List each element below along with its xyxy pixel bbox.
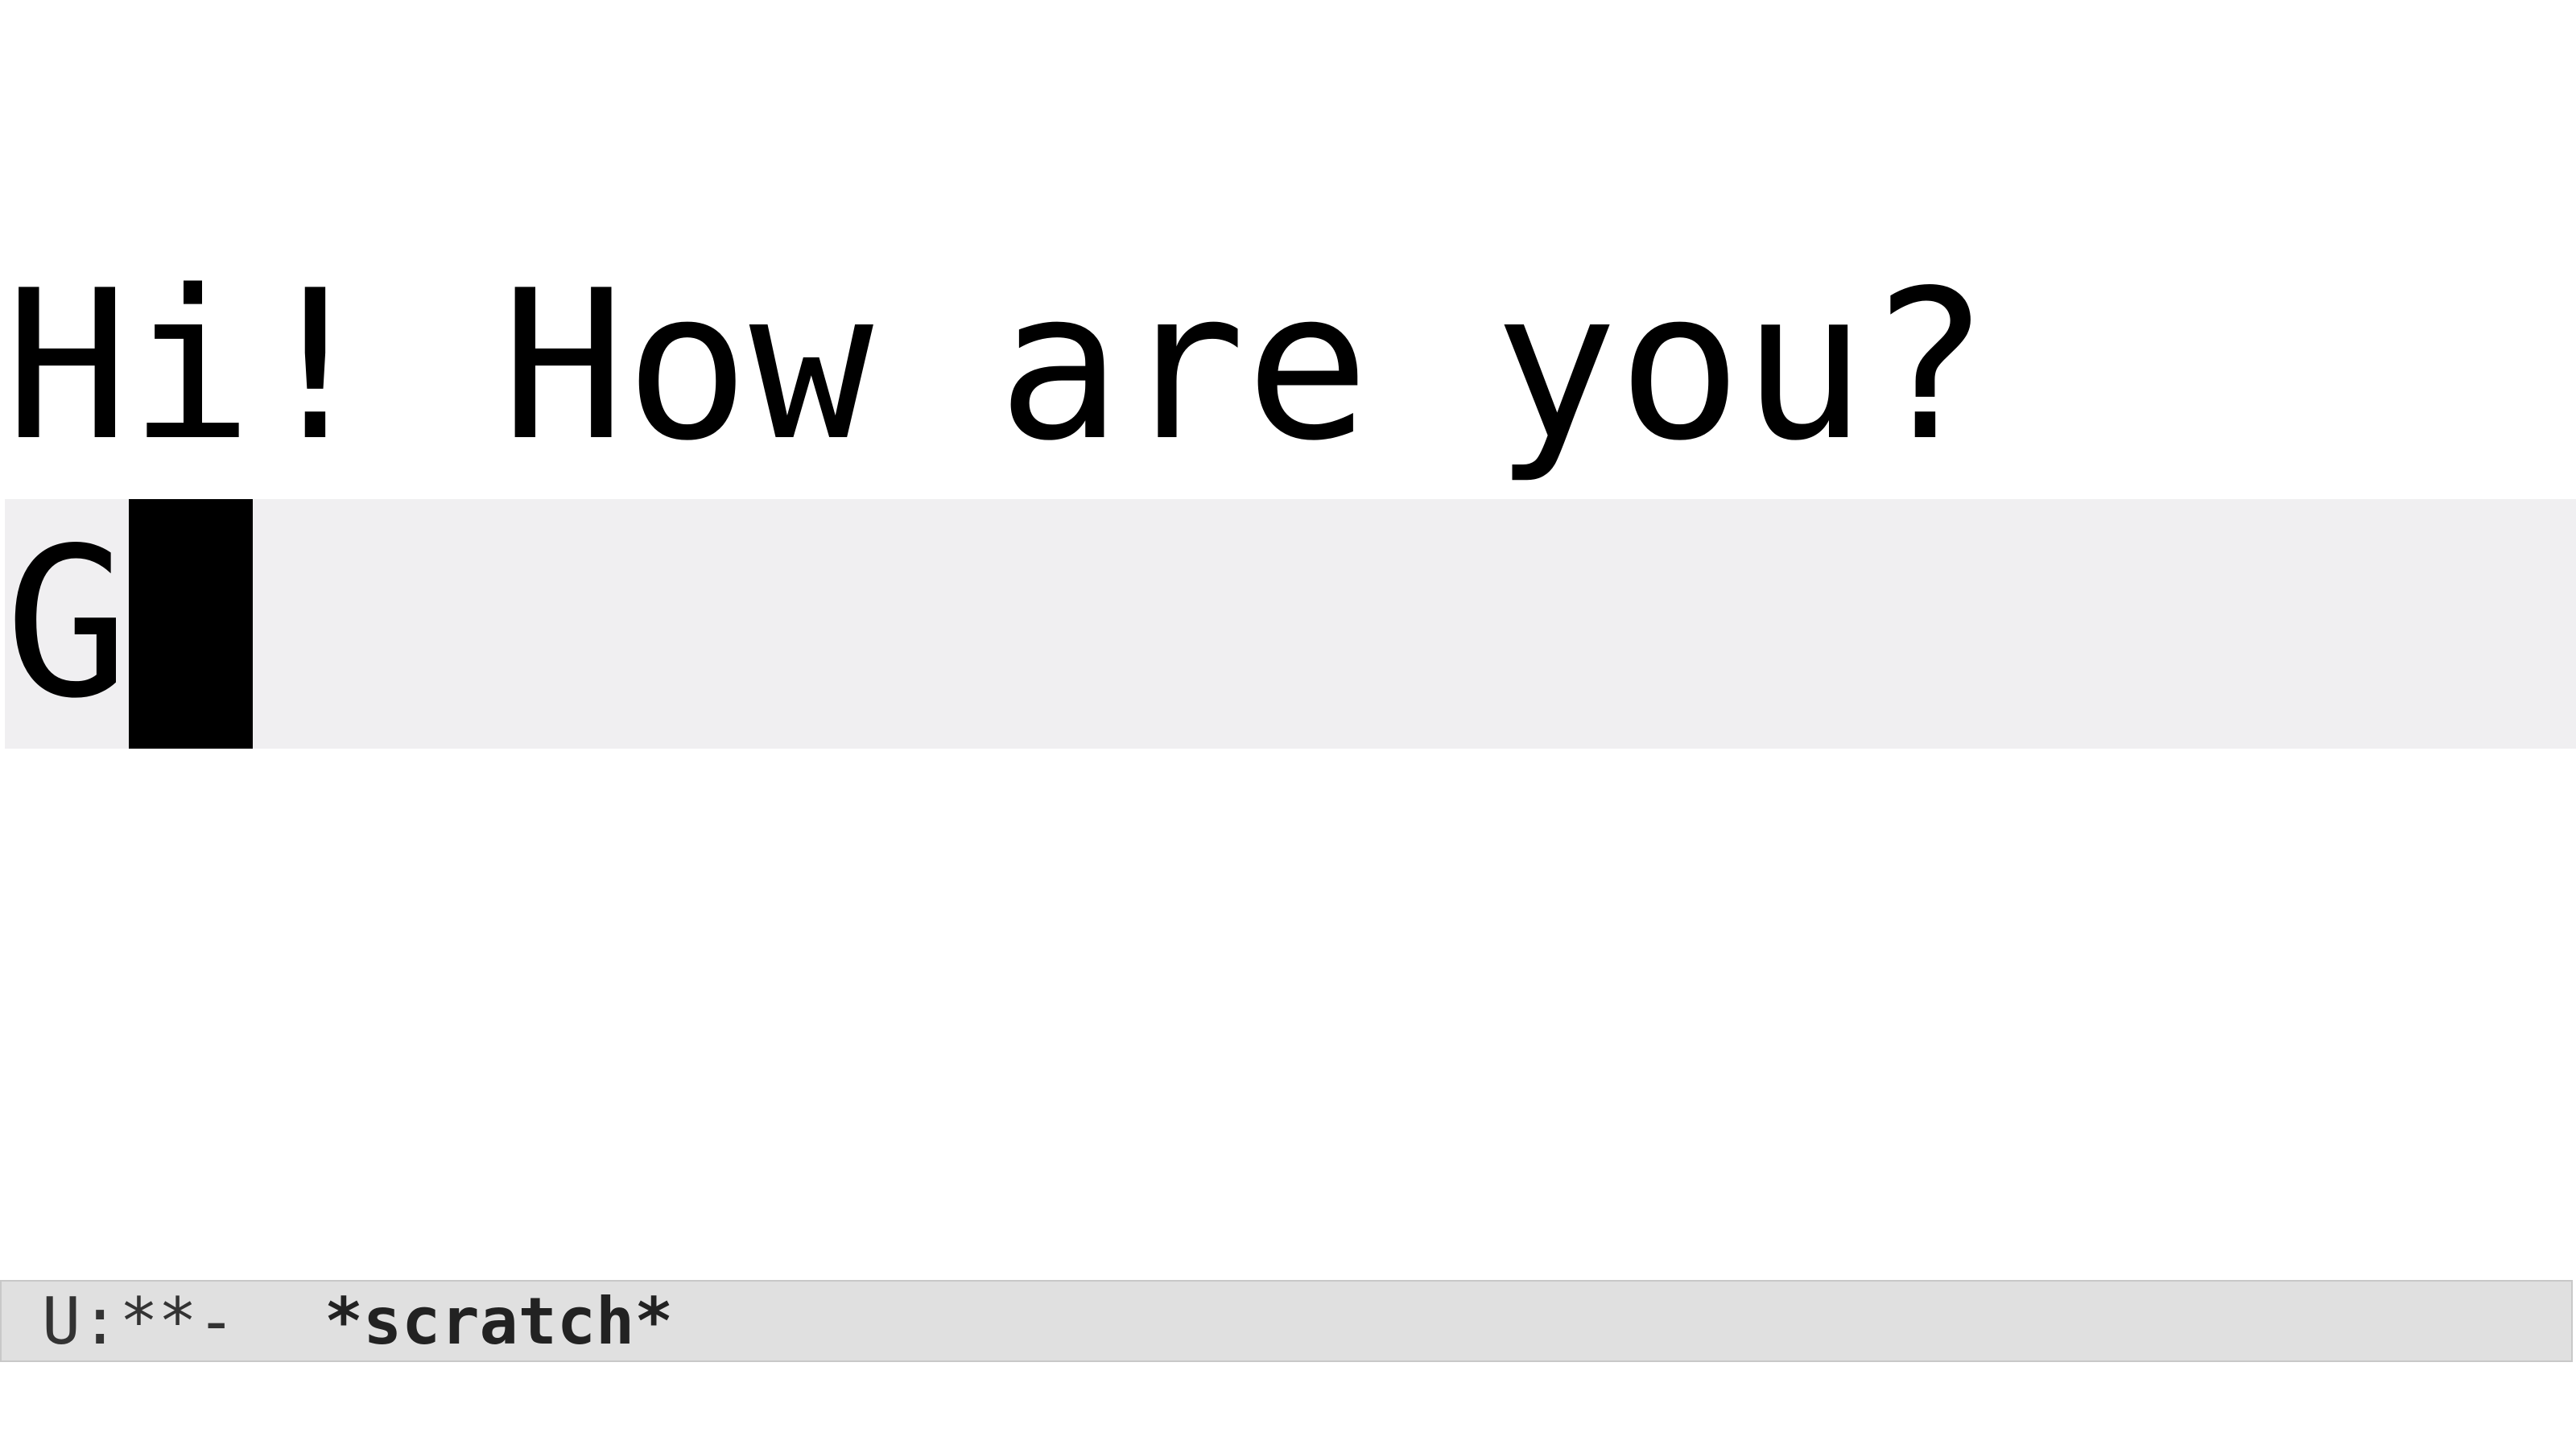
text-cursor <box>129 499 254 749</box>
buffer-line-1[interactable]: Hi! How are you? <box>5 242 2576 491</box>
buffer-line-2-current[interactable]: G <box>5 499 2576 749</box>
modeline-status: U:**- <box>42 1283 236 1359</box>
modeline-buffer-name[interactable]: *scratch* <box>324 1284 673 1359</box>
emacs-frame: Hi! How are you? G U:**- *scratch* <box>0 0 2576 1449</box>
buffer-line-2-text: G <box>5 504 130 744</box>
buffer-line-1-text: Hi! How are you? <box>5 246 1990 486</box>
mode-line[interactable]: U:**- *scratch* <box>0 1280 2573 1362</box>
text-editor-area[interactable]: Hi! How are you? G <box>5 242 2576 749</box>
